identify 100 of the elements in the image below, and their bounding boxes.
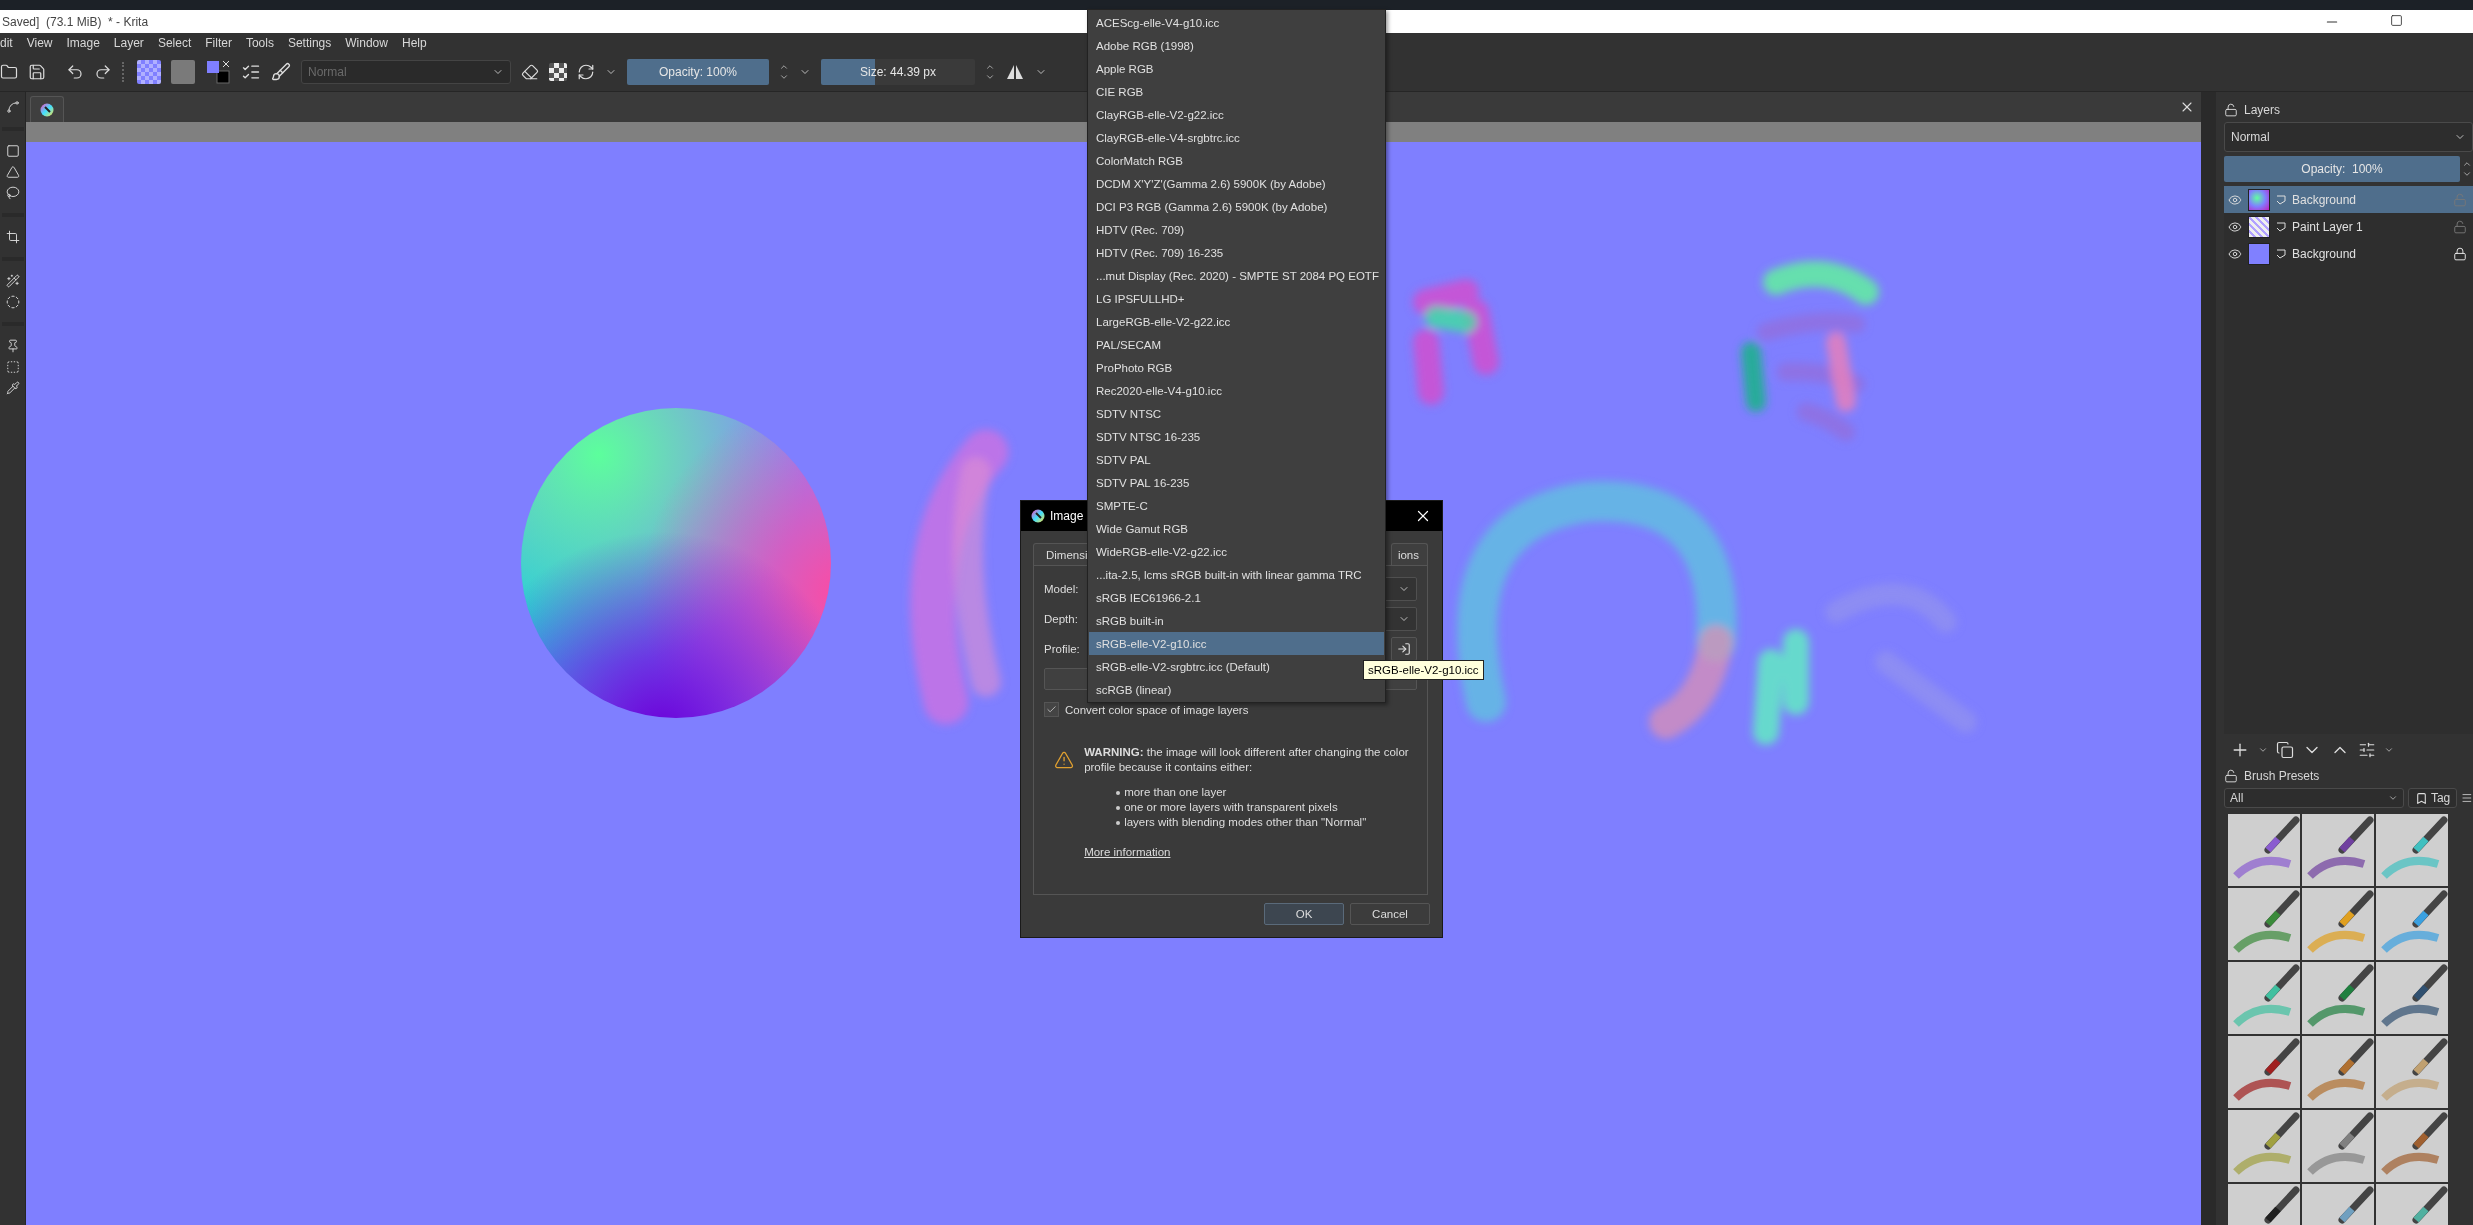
dropdown-item[interactable]: SMPTE-C [1089, 494, 1384, 517]
menu-item[interactable]: Select [157, 36, 192, 50]
brush-preset-thumbnail[interactable] [2376, 1036, 2448, 1108]
dropdown-item[interactable]: SDTV PAL 16-235 [1089, 471, 1384, 494]
dashed-square-icon[interactable] [5, 360, 20, 374]
dropdown-item[interactable]: sRGB built-in [1089, 609, 1384, 632]
dropdown-item[interactable]: sRGB IEC61966-2.1 [1089, 586, 1384, 609]
dropdown-item[interactable]: scRGB (linear) [1089, 678, 1384, 701]
crop-tool-icon[interactable] [5, 230, 20, 244]
eye-icon[interactable] [2228, 246, 2242, 261]
menu-item[interactable]: Image [66, 36, 100, 50]
menu-item[interactable]: Filter [205, 36, 232, 50]
preset-filter-dropdown[interactable]: All [2224, 788, 2404, 808]
brush-preset-thumbnail[interactable] [2228, 888, 2300, 960]
docker-lock-icon[interactable] [2224, 769, 2238, 783]
brush-preset-icon[interactable] [271, 62, 291, 82]
redo-icon[interactable] [94, 63, 112, 81]
menu-icon[interactable] [2461, 792, 2473, 804]
properties-icon[interactable] [2358, 741, 2376, 759]
import-button[interactable] [1391, 637, 1417, 661]
brush-preset-thumbnail[interactable] [2228, 814, 2300, 886]
brush-preset-thumbnail[interactable] [2376, 1110, 2448, 1182]
brush-preset-thumbnail[interactable] [2376, 814, 2448, 886]
pipette-icon[interactable] [5, 381, 20, 395]
menu-item[interactable]: Help [401, 36, 427, 50]
dropdown-item[interactable]: SDTV NTSC [1089, 402, 1384, 425]
duplicate-icon[interactable] [2276, 741, 2294, 759]
dropdown-item[interactable]: ClayRGB-elle-V4-srgbtrc.icc [1089, 126, 1384, 149]
dropdown-item[interactable]: SDTV NTSC 16-235 [1089, 425, 1384, 448]
dropdown-item[interactable]: Apple RGB [1089, 57, 1384, 80]
brush-preset-thumbnail[interactable] [2302, 888, 2374, 960]
menu-item[interactable]: View [26, 36, 53, 50]
dropdown-item[interactable]: ...ita-2.5, lcms sRGB built-in with linear gamma TRC [1089, 563, 1384, 586]
dropdown-item[interactable]: CIE RGB [1089, 80, 1384, 103]
brush-preset-thumbnail[interactable] [2228, 1036, 2300, 1108]
menu-item[interactable]: dit [0, 36, 13, 50]
save-icon[interactable] [28, 63, 46, 81]
eye-icon[interactable] [2228, 219, 2242, 234]
eraser-icon[interactable] [521, 63, 539, 81]
transform-tool-icon[interactable] [5, 100, 20, 114]
dialog-tab[interactable]: ions [1390, 543, 1428, 565]
dropdown-item[interactable]: Rec2020-elle-V4-g10.icc [1089, 379, 1384, 402]
brush-preset-thumbnail[interactable] [2228, 962, 2300, 1034]
layer-row[interactable]: Paint Layer 1 [2224, 213, 2473, 240]
open-file-icon[interactable] [0, 63, 18, 81]
size-slider[interactable]: Size: 44.39 px [821, 59, 975, 85]
dropdown-item[interactable]: SDTV PAL [1089, 448, 1384, 471]
lasso-tool-icon[interactable] [5, 186, 20, 200]
dropdown-item[interactable]: PAL/SECAM [1089, 333, 1384, 356]
dropdown-item[interactable]: Wide Gamut RGB [1089, 517, 1384, 540]
opacity-slider[interactable]: Opacity: 100% [627, 59, 769, 85]
menu-item[interactable]: Settings [287, 36, 332, 50]
brush-settings-icon[interactable] [241, 62, 261, 82]
dropdown-item[interactable]: Adobe RGB (1998) [1089, 34, 1384, 57]
undo-icon[interactable] [66, 63, 84, 81]
menu-item[interactable]: Layer [113, 36, 144, 50]
dropdown-item[interactable]: ACEScg-elle-V4-g10.icc [1089, 11, 1384, 34]
layer-row[interactable]: Background [2224, 240, 2473, 267]
pin-icon[interactable] [5, 339, 20, 353]
rectangle-tool-icon[interactable] [5, 144, 20, 158]
tag-button[interactable]: Tag [2407, 788, 2458, 808]
dashed-circle-icon[interactable] [5, 295, 20, 309]
brush-preset-thumbnail[interactable] [2302, 814, 2374, 886]
gradient-swatch[interactable] [171, 60, 195, 84]
brush-preset-thumbnail[interactable] [2302, 1036, 2374, 1108]
dropdown-item[interactable]: LargeRGB-elle-V2-g22.icc [1089, 310, 1384, 333]
menu-item[interactable]: Tools [245, 36, 274, 50]
document-tab[interactable] [30, 96, 64, 122]
layer-opacity-slider[interactable]: Opacity: 100% [2224, 156, 2460, 182]
dropdown-item[interactable]: DCDM X'Y'Z'(Gamma 2.6) 5900K (by Adobe) [1089, 172, 1384, 195]
restore-icon[interactable] [2390, 13, 2403, 27]
dialog-button[interactable]: OK [1264, 903, 1344, 925]
menu-item[interactable]: Window [345, 36, 388, 50]
dropdown-item[interactable]: DCI P3 RGB (Gamma 2.6) 5900K (by Adobe) [1089, 195, 1384, 218]
dialog-button[interactable]: Cancel [1350, 903, 1430, 925]
dropdown-item[interactable]: ColorMatch RGB [1089, 149, 1384, 172]
dropdown-item[interactable]: sRGB-elle-V2-g10.icc [1089, 632, 1384, 655]
color-selector-icon[interactable] [205, 59, 231, 85]
polygon-tool-icon[interactable] [5, 165, 20, 179]
docker-lock-icon[interactable] [2224, 103, 2238, 117]
dropdown-item[interactable]: ...mut Display (Rec. 2020) - SMPTE ST 2084 PQ EOTF [1089, 264, 1384, 287]
dropdown-item[interactable]: ClayRGB-elle-V2-g22.icc [1089, 103, 1384, 126]
brush-preset-thumbnail[interactable] [2228, 1110, 2300, 1182]
brush-preset-thumbnail[interactable] [2376, 962, 2448, 1034]
dropdown-item[interactable]: ProPhoto RGB [1089, 356, 1384, 379]
wrap-around-icon[interactable] [577, 63, 595, 81]
brush-preset-thumbnail[interactable] [2376, 888, 2448, 960]
lock-icon[interactable] [2453, 246, 2467, 261]
alpha-lock-icon[interactable] [549, 63, 567, 81]
dropdown-item[interactable]: HDTV (Rec. 709) [1089, 218, 1384, 241]
brush-preset-thumbnail[interactable] [2302, 1110, 2374, 1182]
layer-blend-mode-dropdown[interactable]: Normal [2224, 122, 2473, 152]
unlock-icon[interactable] [2453, 219, 2467, 234]
checkbox[interactable] [1044, 702, 1059, 717]
dropdown-item[interactable]: HDTV (Rec. 709) 16-235 [1089, 241, 1384, 264]
magic-wand-icon[interactable] [5, 274, 20, 288]
brush-preset-thumbnail[interactable] [2302, 962, 2374, 1034]
more-information-link[interactable]: More information [1084, 846, 1417, 858]
pattern-swatch[interactable] [137, 60, 161, 84]
dropdown-item[interactable]: LG IPSFULLHD+ [1089, 287, 1384, 310]
